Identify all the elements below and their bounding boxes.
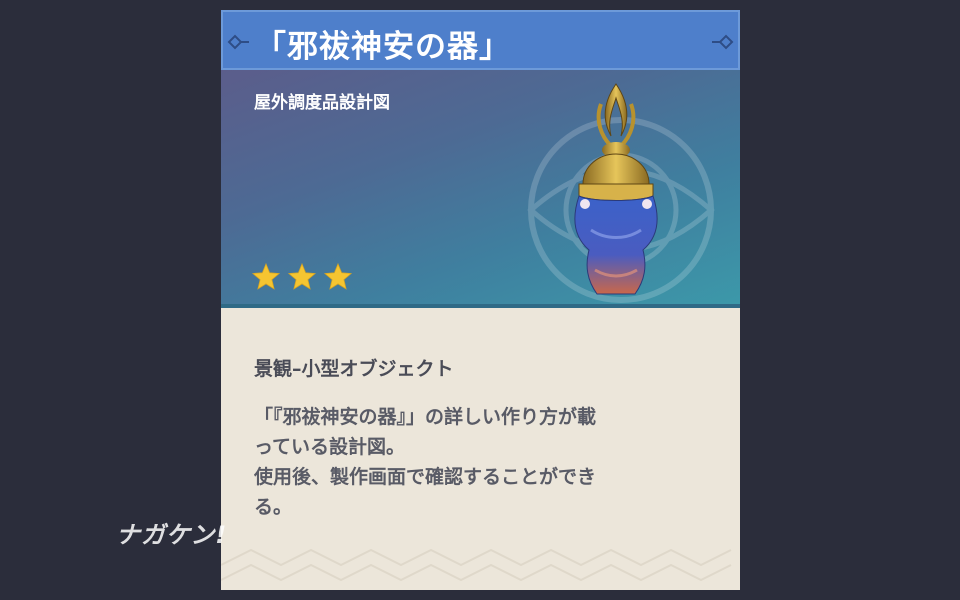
item-category: 景観–小型オブジェクト	[254, 358, 454, 380]
star-icon	[323, 262, 353, 290]
description-line: 「『邪祓神安の器』」の詳しい作り方が載	[254, 406, 597, 428]
description-line: 使用後、製作画面で確認することができ	[254, 466, 597, 488]
footer-pattern	[221, 548, 732, 582]
ornament-icon	[227, 34, 249, 50]
description-line: っている設計図。	[254, 436, 406, 458]
site-watermark: ナガケン!	[116, 521, 228, 549]
ornament-icon	[712, 34, 734, 50]
vase-icon	[574, 83, 658, 295]
description-line: る。	[254, 496, 293, 518]
item-type: 屋外調度品設計図	[254, 93, 390, 113]
star-icon	[251, 262, 281, 290]
item-card: 「邪祓神安の器」 屋外調度品設計図 景観–小型オブジェクト 「『邪祓神安の器』」…	[221, 10, 740, 590]
item-description: 「『邪祓神安の器』」の詳しい作り方が載 っている設計図。 使用後、製作画面で確認…	[254, 402, 724, 522]
rarity-stars	[251, 262, 353, 292]
star-icon	[287, 262, 317, 290]
title-bar: 「邪祓神安の器」	[221, 10, 740, 70]
item-title: 「邪祓神安の器」	[255, 29, 511, 65]
